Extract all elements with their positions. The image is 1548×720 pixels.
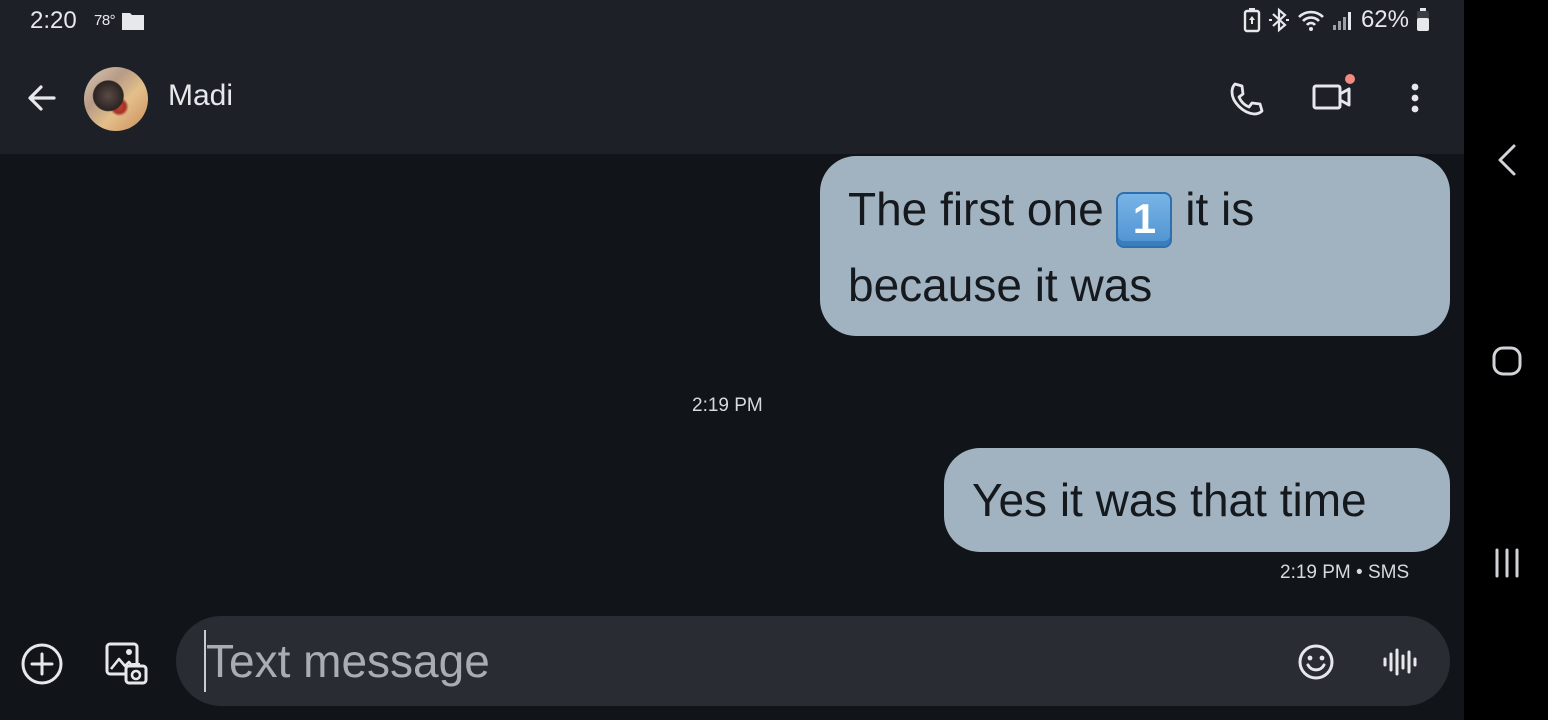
- status-bar: 2:20 78° 62%: [0, 0, 1464, 42]
- message-text: The first one: [848, 183, 1104, 235]
- emoji-icon: [1298, 644, 1334, 680]
- nav-home-icon: [1492, 346, 1522, 376]
- battery-saver-icon: [1243, 7, 1261, 33]
- status-icons: 62%: [1243, 6, 1430, 34]
- add-icon: [21, 643, 63, 685]
- messages-screen: 2:20 78° 62% Madi The first one 1 it is …: [0, 0, 1464, 720]
- gallery-button[interactable]: [104, 641, 150, 687]
- message-text: Yes it was that time: [972, 474, 1367, 526]
- nav-back-icon: [1498, 144, 1516, 176]
- bluetooth-icon: [1268, 7, 1290, 33]
- message-status-timestamp: 2:19 PM • SMS: [1280, 562, 1410, 583]
- signal-icon: [1332, 9, 1354, 31]
- gallery-icon: [105, 642, 148, 685]
- message-timestamp: 2:19 PM: [692, 395, 763, 416]
- message-bubble[interactable]: Yes it was that time: [944, 448, 1450, 552]
- video-call-icon: [1312, 74, 1355, 110]
- back-icon: [28, 85, 56, 111]
- battery-percentage: 62%: [1360, 6, 1409, 33]
- voice-icon: [1383, 648, 1417, 676]
- back-button[interactable]: [22, 78, 62, 118]
- phone-icon: [1230, 82, 1264, 116]
- battery-icon: [1416, 7, 1430, 33]
- status-time: 2:20: [30, 7, 77, 34]
- nav-recents-icon: [1495, 548, 1519, 578]
- message-composer: [176, 616, 1450, 706]
- conversation-header: Madi: [0, 42, 1464, 154]
- contact-name[interactable]: Madi: [168, 79, 233, 113]
- add-attachment-button[interactable]: [20, 642, 64, 686]
- message-bubble[interactable]: The first one 1 it is because it was: [820, 156, 1450, 336]
- nav-back-button[interactable]: [1492, 140, 1522, 180]
- voice-message-button[interactable]: [1380, 642, 1420, 682]
- call-button[interactable]: [1226, 79, 1266, 119]
- keycap-one-emoji: 1: [1116, 192, 1173, 248]
- nav-recents-button[interactable]: [1490, 546, 1524, 580]
- contact-avatar[interactable]: [84, 67, 148, 131]
- video-call-button[interactable]: [1310, 73, 1358, 121]
- wifi-icon: [1297, 8, 1325, 32]
- message-input[interactable]: [206, 626, 1256, 696]
- more-options-button[interactable]: [1400, 78, 1430, 118]
- folder-icon: [121, 11, 145, 31]
- nav-home-button[interactable]: [1490, 344, 1524, 378]
- notification-dot: [1345, 74, 1355, 84]
- status-temperature: 78°: [94, 12, 116, 29]
- more-vert-icon: [1411, 83, 1419, 113]
- emoji-button[interactable]: [1296, 642, 1336, 682]
- system-nav-bar: [1464, 0, 1548, 720]
